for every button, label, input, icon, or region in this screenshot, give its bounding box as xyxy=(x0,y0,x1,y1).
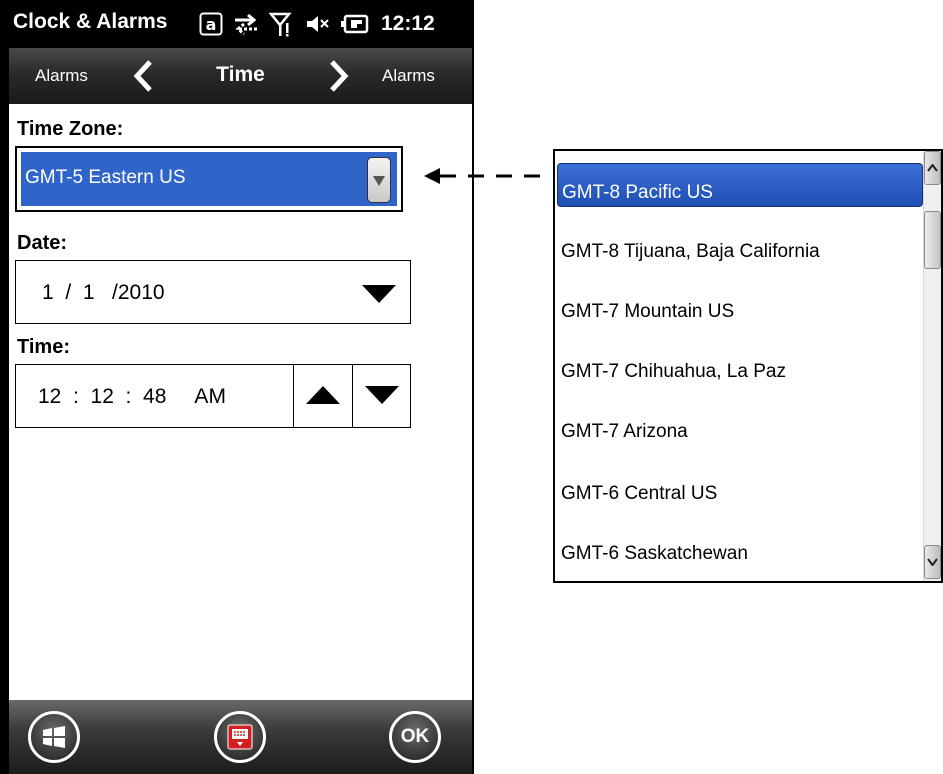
status-icons: a 12:12 xyxy=(199,9,435,39)
keyboard-a-icon: a xyxy=(199,12,223,36)
timezone-list-item[interactable]: GMT-7 Chihuahua, La Paz xyxy=(555,339,925,395)
chevron-down-icon[interactable] xyxy=(362,285,396,308)
timezone-list-item[interactable]: GMT-7 Mountain US xyxy=(555,279,925,335)
battery-charging-icon xyxy=(341,14,369,34)
time-label: Time: xyxy=(17,336,70,358)
start-button[interactable] xyxy=(28,711,80,763)
timezone-value: GMT-5 Eastern US xyxy=(25,167,186,188)
signal-icon xyxy=(269,11,295,37)
scroll-up-button[interactable] xyxy=(924,151,941,185)
chevron-up-icon xyxy=(927,164,938,172)
timezone-list-item[interactable]: GMT-6 Central US xyxy=(555,461,925,517)
scrollbar[interactable] xyxy=(923,151,941,581)
timezone-list-item[interactable]: GMT-8 Tijuana, Baja California xyxy=(555,219,925,275)
keyboard-button[interactable] xyxy=(214,711,266,763)
timezone-list-item-label: GMT-7 Mountain US xyxy=(561,301,735,322)
timezone-dropdown-list[interactable]: GMT-8 Pacific US GMT-8 Tijuana, Baja Cali… xyxy=(553,149,943,583)
connector-arrow-icon xyxy=(424,168,546,184)
chevron-down-icon xyxy=(927,558,938,566)
time-value[interactable]: 12 : 12 : 48 AM xyxy=(38,385,226,409)
svg-text:a: a xyxy=(206,15,217,34)
status-bar: Clock & Alarms a 12:12 xyxy=(9,0,472,48)
chevron-right-icon[interactable] xyxy=(327,58,351,99)
keyboard-icon xyxy=(227,724,253,750)
windows-flag-icon xyxy=(43,726,65,748)
timezone-list-item-label: GMT-8 Pacific US xyxy=(562,182,713,203)
date-value[interactable]: 1 / 1 /2010 xyxy=(42,281,165,305)
time-increment-button[interactable] xyxy=(293,365,352,427)
date-picker[interactable]: 1 / 1 /2010 xyxy=(15,260,411,324)
timezone-list-item-label: GMT-6 Saskatchewan xyxy=(561,543,748,564)
date-label: Date: xyxy=(17,232,68,254)
timezone-select[interactable]: GMT-5 Eastern US xyxy=(15,146,403,212)
nav-next-label[interactable]: Alarms xyxy=(382,66,435,86)
time-decrement-button[interactable] xyxy=(352,365,411,427)
timezone-label: Time Zone: xyxy=(17,118,124,140)
bottom-bar: OK xyxy=(9,700,472,774)
nav-bar: Alarms Time Alarms xyxy=(9,48,472,104)
timezone-list-item[interactable]: GMT-8 Pacific US xyxy=(557,163,923,207)
timezone-list-item-label: GMT-7 Arizona xyxy=(561,421,688,442)
timezone-list-item-label: GMT-8 Tijuana, Baja California xyxy=(561,241,820,262)
arrow-down-icon xyxy=(365,386,399,404)
sync-arrows-icon xyxy=(233,12,259,36)
scroll-down-button[interactable] xyxy=(924,545,941,579)
speaker-muted-icon xyxy=(305,12,331,36)
time-picker[interactable]: 12 : 12 : 48 AM xyxy=(15,364,411,428)
arrow-up-icon xyxy=(306,386,340,404)
timezone-list-item-label: GMT-6 Central US xyxy=(561,483,718,504)
dropdown-arrow-icon[interactable] xyxy=(367,157,391,203)
scroll-thumb[interactable] xyxy=(924,211,941,269)
status-clock: 12:12 xyxy=(381,12,435,35)
app-title: Clock & Alarms xyxy=(13,10,168,33)
ok-button[interactable]: OK xyxy=(389,711,441,763)
timezone-list-item-label: GMT-7 Chihuahua, La Paz xyxy=(561,361,786,382)
timezone-list-item[interactable]: GMT-6 Saskatchewan xyxy=(555,521,925,577)
timezone-select-highlight: GMT-5 Eastern US xyxy=(21,152,397,206)
timezone-list-item[interactable]: GMT-7 Arizona xyxy=(555,399,925,455)
